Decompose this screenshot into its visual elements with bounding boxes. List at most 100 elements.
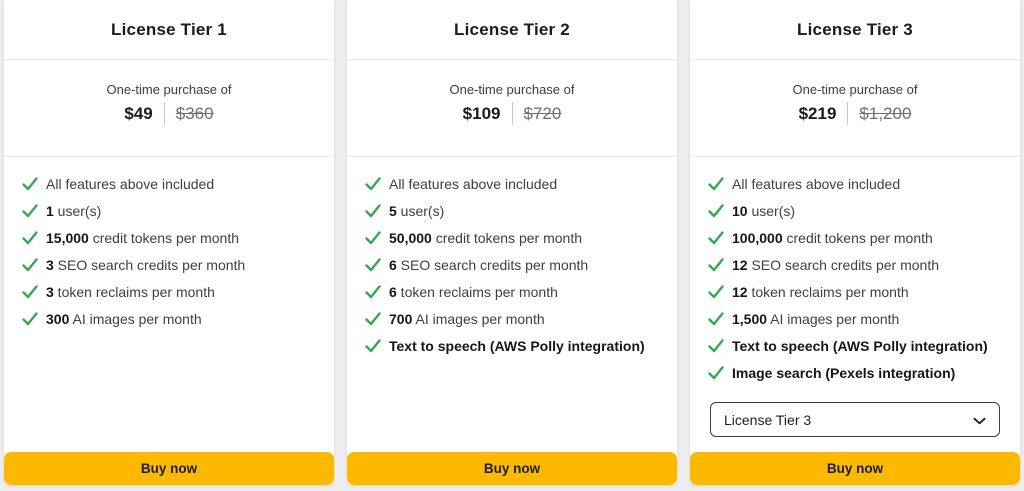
- check-icon: [365, 204, 381, 218]
- tier-title: License Tier 1: [111, 20, 227, 40]
- card-header: License Tier 2: [347, 0, 677, 60]
- feature-text: 12 SEO search credits per month: [732, 258, 939, 273]
- feature-item: 3 SEO search credits per month: [22, 258, 318, 273]
- feature-item: 50,000 credit tokens per month: [365, 231, 661, 246]
- price-divider: [164, 102, 165, 125]
- buy-now-button-tier-1[interactable]: Buy now: [4, 452, 334, 485]
- card-footer: Buy now: [347, 452, 677, 485]
- check-icon: [365, 339, 381, 353]
- feature-text: 6 token reclaims per month: [389, 285, 558, 300]
- buy-now-button-tier-3[interactable]: Buy now: [690, 452, 1020, 485]
- feature-text: All features above included: [732, 177, 900, 192]
- price-label: One-time purchase of: [4, 82, 334, 97]
- feature-item: Text to speech (AWS Polly integration): [708, 339, 1004, 354]
- feature-text: 100,000 credit tokens per month: [732, 231, 933, 246]
- check-icon: [708, 312, 724, 326]
- feature-text: 3 SEO search credits per month: [46, 258, 245, 273]
- price-label: One-time purchase of: [347, 82, 677, 97]
- feature-item: 10 user(s): [708, 204, 1004, 219]
- feature-text: All features above included: [389, 177, 557, 192]
- pricing-card-tier-3: License Tier 3 One-time purchase of $219…: [690, 0, 1020, 485]
- check-icon: [22, 285, 38, 299]
- price-row: $109 $720: [347, 102, 677, 125]
- feature-item: 300 AI images per month: [22, 312, 318, 327]
- original-price: $1,200: [859, 104, 911, 124]
- check-icon: [708, 177, 724, 191]
- feature-item: All features above included: [708, 177, 1004, 192]
- price-divider: [512, 102, 513, 125]
- current-price: $219: [799, 104, 837, 124]
- check-icon: [365, 231, 381, 245]
- price-label: One-time purchase of: [690, 82, 1020, 97]
- feature-item: 3 token reclaims per month: [22, 285, 318, 300]
- feature-item: 700 AI images per month: [365, 312, 661, 327]
- check-icon: [22, 312, 38, 326]
- original-price: $720: [524, 104, 562, 124]
- check-icon: [365, 312, 381, 326]
- price-divider: [847, 102, 848, 125]
- tier-title: License Tier 2: [454, 20, 570, 40]
- feature-item: 100,000 credit tokens per month: [708, 231, 1004, 246]
- check-icon: [22, 258, 38, 272]
- feature-text: 5 user(s): [389, 204, 444, 219]
- feature-text: Text to speech (AWS Polly integration): [732, 339, 988, 354]
- feature-item: All features above included: [22, 177, 318, 192]
- license-tier-select[interactable]: License Tier 3: [710, 402, 1000, 437]
- check-icon: [365, 258, 381, 272]
- check-icon: [708, 339, 724, 353]
- selected-option-label: License Tier 3: [724, 412, 811, 428]
- buy-now-button-tier-2[interactable]: Buy now: [347, 452, 677, 485]
- feature-item: 12 token reclaims per month: [708, 285, 1004, 300]
- check-icon: [365, 285, 381, 299]
- feature-item: 12 SEO search credits per month: [708, 258, 1004, 273]
- feature-text: 6 SEO search credits per month: [389, 258, 588, 273]
- feature-text: 10 user(s): [732, 204, 795, 219]
- feature-text: 3 token reclaims per month: [46, 285, 215, 300]
- check-icon: [22, 231, 38, 245]
- feature-text: 300 AI images per month: [46, 312, 202, 327]
- price-row: $49 $360: [4, 102, 334, 125]
- pricing-card-tier-1: License Tier 1 One-time purchase of $49 …: [4, 0, 334, 485]
- card-header: License Tier 3: [690, 0, 1020, 60]
- feature-list: All features above included 1 user(s) 15…: [4, 157, 334, 339]
- price-row: $219 $1,200: [690, 102, 1020, 125]
- pricing-card-tier-2: License Tier 2 One-time purchase of $109…: [347, 0, 677, 485]
- original-price: $360: [176, 104, 214, 124]
- check-icon: [708, 258, 724, 272]
- check-icon: [708, 366, 724, 380]
- feature-item: 5 user(s): [365, 204, 661, 219]
- feature-text: Image search (Pexels integration): [732, 366, 955, 381]
- feature-text: Text to speech (AWS Polly integration): [389, 339, 645, 354]
- check-icon: [708, 204, 724, 218]
- feature-text: 15,000 credit tokens per month: [46, 231, 239, 246]
- feature-text: 1 user(s): [46, 204, 101, 219]
- pricing-table: License Tier 1 One-time purchase of $49 …: [0, 0, 1024, 485]
- current-price: $49: [124, 104, 152, 124]
- feature-list: All features above included 5 user(s) 50…: [347, 157, 677, 366]
- chevron-down-icon: [973, 412, 986, 428]
- feature-list: All features above included 10 user(s) 1…: [690, 157, 1020, 393]
- feature-item: 15,000 credit tokens per month: [22, 231, 318, 246]
- check-icon: [708, 231, 724, 245]
- feature-text: 700 AI images per month: [389, 312, 545, 327]
- price-section: One-time purchase of $219 $1,200: [690, 60, 1020, 157]
- feature-item: 1 user(s): [22, 204, 318, 219]
- card-footer: Buy now: [4, 452, 334, 485]
- feature-item: 1,500 AI images per month: [708, 312, 1004, 327]
- current-price: $109: [463, 104, 501, 124]
- feature-item: Text to speech (AWS Polly integration): [365, 339, 661, 354]
- feature-item: All features above included: [365, 177, 661, 192]
- feature-text: 50,000 credit tokens per month: [389, 231, 582, 246]
- price-section: One-time purchase of $109 $720: [347, 60, 677, 157]
- feature-text: 12 token reclaims per month: [732, 285, 909, 300]
- check-icon: [22, 204, 38, 218]
- check-icon: [22, 177, 38, 191]
- feature-text: 1,500 AI images per month: [732, 312, 899, 327]
- feature-item: 6 SEO search credits per month: [365, 258, 661, 273]
- check-icon: [708, 285, 724, 299]
- check-icon: [365, 177, 381, 191]
- feature-text: All features above included: [46, 177, 214, 192]
- feature-item: Image search (Pexels integration): [708, 366, 1004, 381]
- tier-title: License Tier 3: [797, 20, 913, 40]
- price-section: One-time purchase of $49 $360: [4, 60, 334, 157]
